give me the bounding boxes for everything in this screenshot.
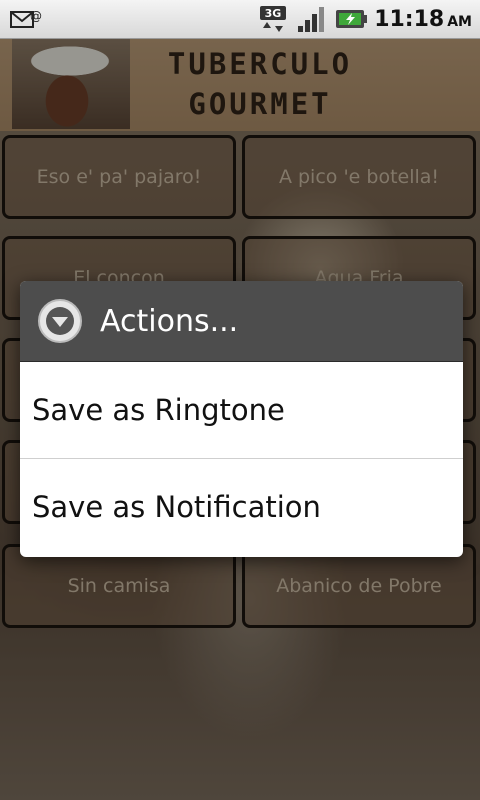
status-bar: @ 3G 11:18 AM [0, 0, 480, 39]
dialog-header: Actions... [20, 281, 463, 362]
signal-strength-icon [298, 7, 325, 32]
battery-charging-icon [336, 10, 368, 28]
dropdown-circle-icon [38, 299, 82, 343]
save-as-notification-item[interactable]: Save as Notification [20, 459, 463, 555]
svg-text:@: @ [30, 9, 42, 23]
email-notification-icon: @ [10, 9, 42, 28]
clock: 11:18 AM [374, 6, 472, 32]
3g-data-icon: 3G [260, 6, 287, 32]
save-as-ringtone-item[interactable]: Save as Ringtone [20, 362, 463, 458]
actions-dialog: Actions... Save as Ringtone Save as Noti… [20, 281, 463, 557]
network-type-label: 3G [265, 7, 282, 20]
dialog-title: Actions... [100, 303, 239, 339]
